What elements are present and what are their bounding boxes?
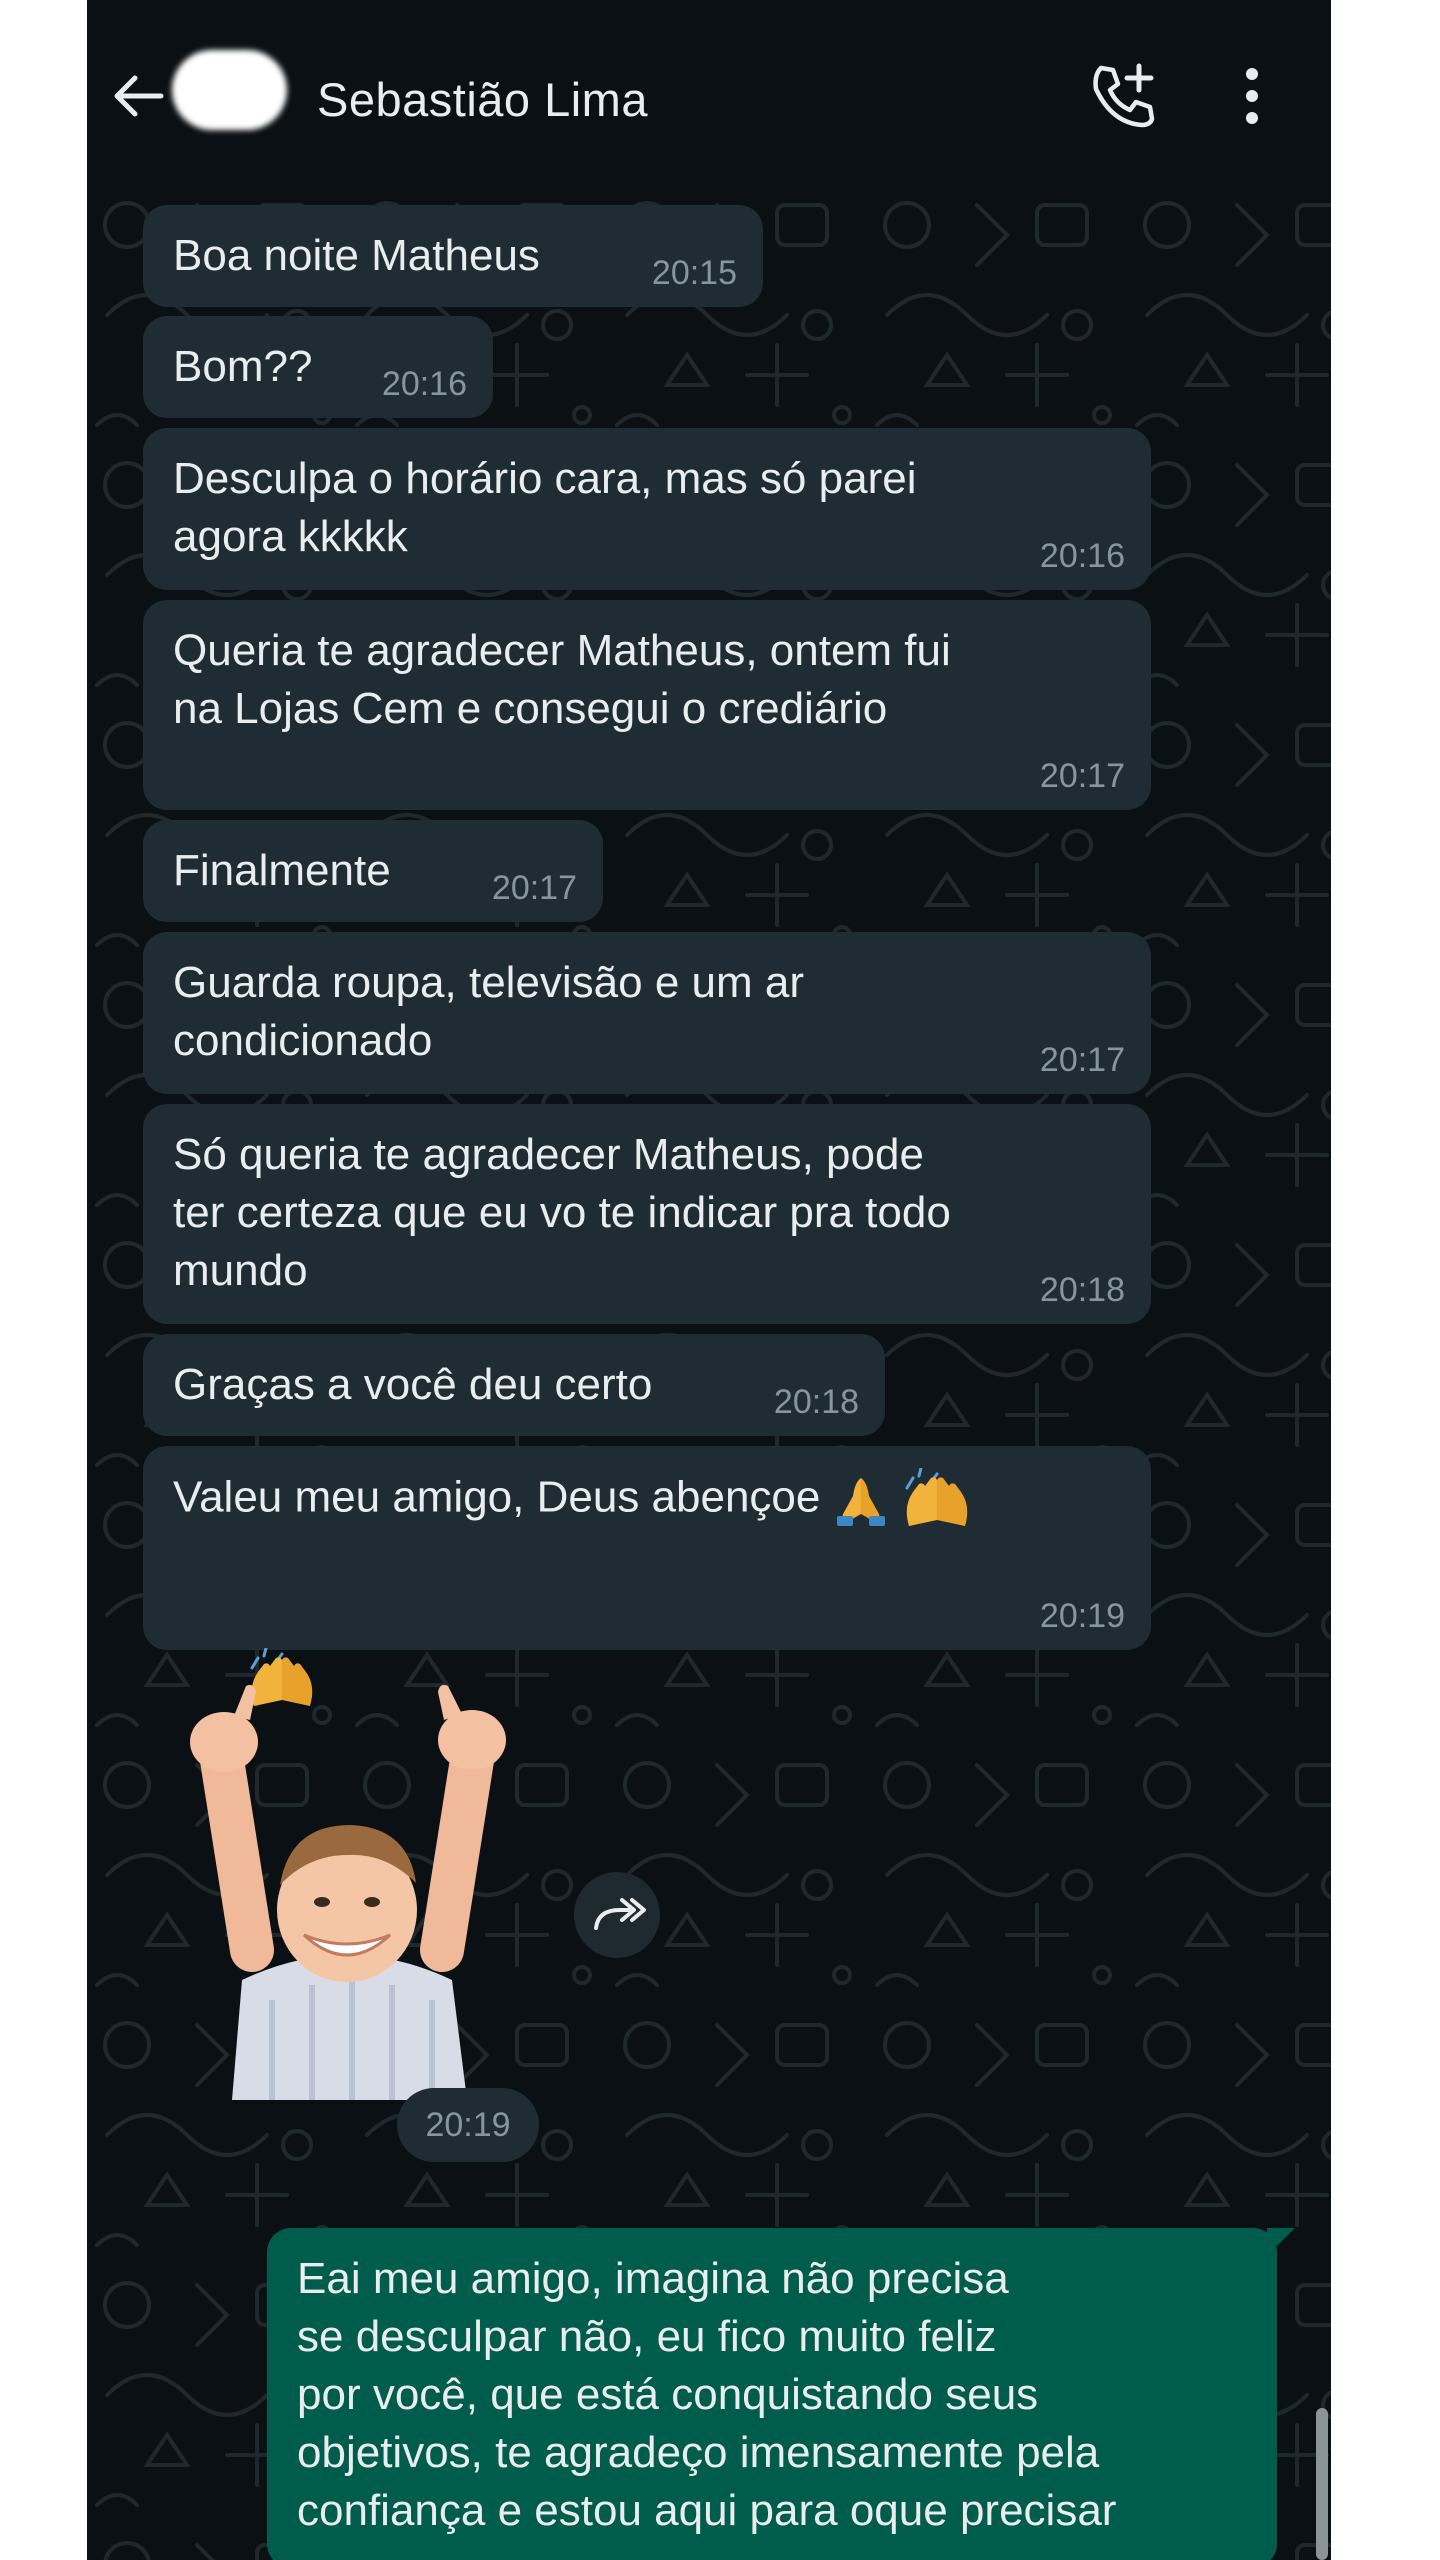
- bubble-tail: [1267, 2228, 1295, 2256]
- forward-button[interactable]: [574, 1872, 660, 1958]
- message-text-part: Valeu meu amigo, Deus abençoe: [173, 1472, 821, 1522]
- raising-hands-emoji: [905, 1468, 968, 1526]
- message-time: 20:16: [381, 365, 467, 403]
- message-bubble[interactable]: Só queria te agradecer Matheus, pode ter…: [143, 1104, 1151, 1324]
- message-text: Eai meu amigo, imagina não precisa se de…: [297, 2254, 1117, 2535]
- chat-header: Sebastião Lima: [87, 0, 1331, 185]
- message-bubble[interactable]: Graças a você deu certo 20:18: [143, 1334, 885, 1436]
- message-time: 20:17: [1039, 757, 1125, 795]
- outgoing-message-bubble[interactable]: Eai meu amigo, imagina não precisa se de…: [267, 2228, 1277, 2560]
- message-bubble[interactable]: Bom?? 20:16: [143, 316, 493, 418]
- sticker-time: 20:19: [397, 2088, 539, 2162]
- message-text: Desculpa o horário cara, mas só parei ag…: [173, 454, 917, 561]
- message-text: Graças a você deu certo: [173, 1360, 653, 1409]
- message-time: 20:16: [1039, 537, 1125, 575]
- scrollbar[interactable]: [1316, 2408, 1328, 2560]
- chat-screen: Sebastião Lima Boa noite Matheus 20:15 B…: [87, 0, 1331, 2560]
- message-time: 20:17: [1039, 1041, 1125, 1079]
- arrow-left-icon[interactable]: [109, 66, 169, 126]
- message-text: Boa noite Matheus: [173, 231, 540, 280]
- contact-avatar[interactable]: [172, 50, 287, 130]
- message-text: Só queria te agradecer Matheus, pode ter…: [173, 1130, 951, 1295]
- message-time: 20:19: [1039, 1597, 1125, 1635]
- message-bubble[interactable]: Queria te agradecer Matheus, ontem fui n…: [143, 600, 1151, 810]
- message-bubble[interactable]: Guarda roupa, televisão e um ar condicio…: [143, 932, 1151, 1094]
- message-time: 20:18: [1039, 1271, 1125, 1309]
- forward-icon: [594, 1898, 646, 1930]
- message-bubble[interactable]: Valeu meu amigo, Deus abençoe 20:19: [143, 1446, 1151, 1706]
- contact-name[interactable]: Sebastião Lima: [317, 72, 648, 127]
- more-vertical-icon[interactable]: [1237, 66, 1267, 126]
- message-bubble[interactable]: Boa noite Matheus 20:15: [143, 205, 763, 307]
- folded-hands-emoji: [836, 1478, 885, 1526]
- message-text: Guarda roupa, televisão e um ar condicio…: [173, 958, 805, 1065]
- message-time: 20:17: [491, 869, 577, 907]
- message-bubble[interactable]: Finalmente 20:17: [143, 820, 603, 922]
- message-time: 20:15: [651, 254, 737, 292]
- thumbs-up-kid-sticker[interactable]: [182, 1680, 522, 2100]
- message-bubble[interactable]: Desculpa o horário cara, mas só parei ag…: [143, 428, 1151, 590]
- message-time: 20:18: [773, 1383, 859, 1421]
- phone-add-icon[interactable]: [1087, 60, 1157, 130]
- message-text: Queria te agradecer Matheus, ontem fui n…: [173, 626, 951, 733]
